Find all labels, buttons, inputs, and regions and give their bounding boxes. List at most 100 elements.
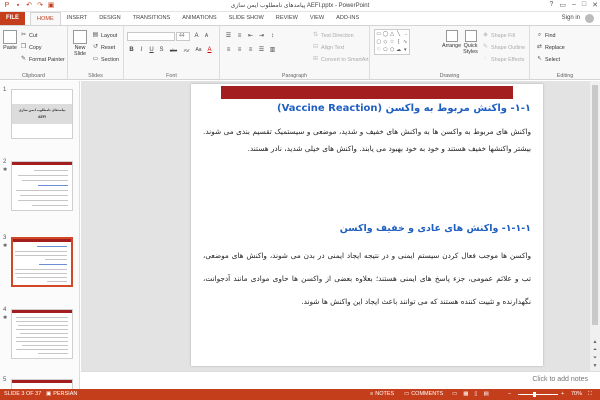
shape-heart-icon[interactable]: ♡: [376, 47, 382, 54]
ribbon-display-button[interactable]: ▭: [559, 1, 566, 9]
reading-view-icon[interactable]: ▯: [474, 391, 477, 397]
text-direction-button[interactable]: ⇅ Text Direction: [312, 32, 354, 39]
shape-triangle-icon[interactable]: △: [389, 31, 395, 38]
shapes-gallery[interactable]: ▭ ◯ △ ╲ → ▢ ◇ ☆ { ∿ ♡ ⬠ ⬡ ☁ ▾: [374, 26, 414, 58]
scroll-down-icon[interactable]: ▼: [591, 363, 599, 369]
shape-cloud-icon[interactable]: ☁: [396, 47, 402, 54]
comments-button[interactable]: ▭ COMMENTS: [404, 391, 443, 397]
underline-button[interactable]: U: [147, 46, 156, 55]
current-slide[interactable]: ۱-۱- واکنش مربوط به واکسن (Vaccine React…: [191, 84, 543, 366]
scrollbar-thumb[interactable]: [592, 85, 598, 325]
font-color-button[interactable]: A: [205, 46, 214, 55]
tab-home[interactable]: HOME: [30, 12, 61, 26]
tab-transitions[interactable]: TRANSITIONS: [127, 12, 177, 25]
avatar[interactable]: [585, 14, 594, 23]
slide-thumbnail-pane[interactable]: 1 پیامدهای نامطلوب ایمن سازی AEFI 2 ✱ 3 …: [0, 81, 80, 391]
slide-paragraph-2[interactable]: واکسن ها موجب فعال کردن سیستم ایمنی و در…: [203, 244, 531, 313]
align-right-icon[interactable]: ≡: [246, 46, 255, 55]
strikethrough-button[interactable]: abc: [167, 46, 180, 55]
vertical-scrollbar[interactable]: ▲ ⏶ ⏷ ▼: [590, 81, 600, 371]
decrease-indent-icon[interactable]: ⇤: [246, 32, 255, 41]
bullets-icon[interactable]: ☰: [224, 32, 233, 41]
shape-brace-icon[interactable]: {: [396, 39, 402, 46]
shape-hexagon-icon[interactable]: ⬡: [389, 47, 395, 54]
quick-styles-button[interactable]: Quick Styles: [462, 30, 479, 55]
tab-file[interactable]: FILE: [0, 12, 25, 25]
find-button[interactable]: ⌕ Find: [536, 32, 556, 39]
convert-smartart-button[interactable]: ⊞ Convert to SmartArt: [312, 56, 369, 63]
align-left-icon[interactable]: ≡: [224, 46, 233, 55]
grow-font-button[interactable]: A: [192, 32, 201, 41]
minimize-button[interactable]: –: [572, 1, 576, 9]
tab-view[interactable]: VIEW: [304, 12, 330, 25]
shape-effects-button[interactable]: ◌ Shape Effects: [482, 56, 525, 63]
replace-button[interactable]: ⇄ Replace: [536, 44, 565, 51]
columns-icon[interactable]: ▥: [268, 46, 277, 55]
increase-indent-icon[interactable]: ⇥: [257, 32, 266, 41]
change-case-button[interactable]: Aa: [193, 46, 204, 55]
maximize-button[interactable]: □: [582, 1, 586, 9]
copy-button[interactable]: ❐ Copy: [20, 44, 42, 51]
language-indicator[interactable]: ▣ PERSIAN: [46, 391, 77, 397]
slide-thumbnail-1[interactable]: پیامدهای نامطلوب ایمن سازی AEFI: [11, 89, 73, 139]
shape-oval-icon[interactable]: ◯: [383, 31, 389, 38]
shape-rect-icon[interactable]: ▭: [376, 31, 382, 38]
page-up-icon[interactable]: ⏶: [591, 347, 599, 353]
italic-button[interactable]: I: [137, 46, 146, 55]
character-spacing-button[interactable]: AV: [181, 46, 192, 55]
justify-icon[interactable]: ☰: [257, 46, 266, 55]
zoom-level[interactable]: 70%: [571, 391, 582, 397]
slide-heading-2[interactable]: ۱-۱-۱- واکنش های عادی و خفیف واکسن: [340, 223, 531, 234]
arrange-button[interactable]: Arrange: [442, 30, 461, 49]
shrink-font-button[interactable]: A: [202, 32, 211, 41]
font-name-field[interactable]: [127, 32, 175, 41]
shape-curve-icon[interactable]: ∿: [402, 39, 408, 46]
shape-outline-button[interactable]: ✎ Shape Outline: [482, 44, 525, 51]
sign-in-link[interactable]: Sign in: [562, 15, 580, 21]
paste-button[interactable]: Paste: [3, 30, 17, 51]
slide-thumbnail-4[interactable]: [11, 309, 73, 359]
slide-sorter-icon[interactable]: ▦: [463, 391, 468, 397]
shadow-button[interactable]: S: [157, 46, 166, 55]
close-button[interactable]: ✕: [592, 1, 598, 9]
shape-more-icon[interactable]: ▾: [402, 47, 408, 54]
shape-pentagon-icon[interactable]: ⬠: [383, 47, 389, 54]
tab-review[interactable]: REVIEW: [270, 12, 304, 25]
align-text-button[interactable]: ⊟ Align Text: [312, 44, 344, 51]
tab-design[interactable]: DESIGN: [93, 12, 126, 25]
tab-add-ins[interactable]: ADD-INS: [330, 12, 365, 25]
scroll-up-icon[interactable]: ▲: [591, 339, 599, 345]
notes-button[interactable]: ≡ NOTES: [370, 391, 394, 397]
numbering-icon[interactable]: ≡: [235, 32, 244, 41]
normal-view-icon[interactable]: ▭: [452, 391, 457, 397]
slide-thumbnail-2[interactable]: [11, 161, 73, 211]
new-slide-button[interactable]: New Slide: [71, 30, 89, 57]
slide-thumbnail-3[interactable]: [11, 237, 73, 287]
shape-fill-button[interactable]: ◈ Shape Fill: [482, 32, 515, 39]
zoom-in-button[interactable]: +: [561, 391, 564, 397]
help-button[interactable]: ?: [549, 1, 553, 9]
layout-button[interactable]: ▤ Layout: [92, 32, 118, 39]
shape-line-icon[interactable]: ╲: [396, 31, 402, 38]
cut-button[interactable]: ✂ Cut: [20, 32, 37, 39]
notes-pane[interactable]: Click to add notes: [81, 371, 600, 388]
section-button[interactable]: ▭ Section: [92, 56, 119, 63]
shape-rounded-icon[interactable]: ▢: [376, 39, 382, 46]
shape-arrow-icon[interactable]: →: [402, 31, 408, 38]
format-painter-button[interactable]: ✎ Format Painter: [20, 56, 65, 63]
tab-insert[interactable]: INSERT: [61, 12, 93, 25]
select-button[interactable]: ↖ Select: [536, 56, 560, 63]
slide-heading-1[interactable]: ۱-۱- واکنش مربوط به واکسن (Vaccine React…: [277, 103, 531, 114]
tab-slide-show[interactable]: SLIDE SHOW: [223, 12, 270, 25]
bold-button[interactable]: B: [127, 46, 136, 55]
fit-slide-icon[interactable]: ⛶: [588, 391, 592, 398]
line-spacing-icon[interactable]: ↕: [268, 32, 277, 41]
reset-button[interactable]: ↺ Reset: [92, 44, 115, 51]
slide-paragraph-1[interactable]: واکنش های مربوط به واکسن ها به واکنش های…: [203, 123, 531, 157]
zoom-slider-knob[interactable]: [533, 392, 536, 397]
align-center-icon[interactable]: ≡: [235, 46, 244, 55]
slideshow-view-icon[interactable]: ▤: [483, 391, 488, 397]
page-down-icon[interactable]: ⏷: [591, 355, 599, 361]
tab-animations[interactable]: ANIMATIONS: [176, 12, 222, 25]
zoom-out-button[interactable]: –: [508, 391, 511, 397]
